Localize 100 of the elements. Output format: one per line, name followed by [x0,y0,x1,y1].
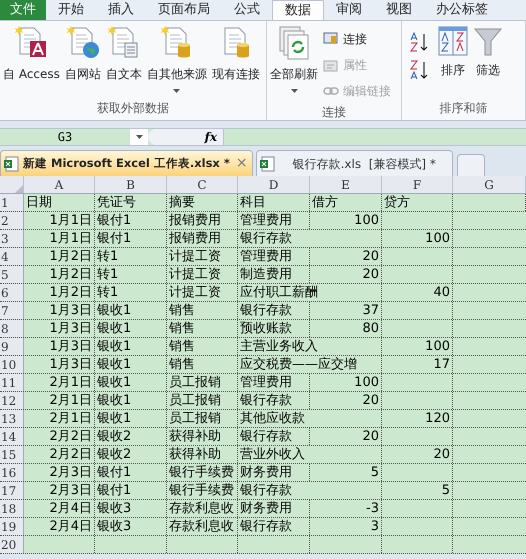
table-cell: 员工报销 [169,412,221,425]
ribbon-button[interactable]: 自其他来源 [144,25,209,93]
tab-title: 新建 Microsoft Excel 工作表.xlsx * [23,154,230,172]
tab-title: 银行存款.xls [兼容模式] * [292,156,436,172]
table-cell: 2月2日 [49,430,92,443]
ribbon-button[interactable]: 现有连接 [210,25,262,93]
sort-grid-icon [438,25,468,57]
table-cell: 银行存款 [240,232,292,245]
ribbon-tab[interactable]: 办公标签 [424,0,500,20]
caret-icon [136,135,142,139]
table-cell: 转1 [97,286,118,299]
table-cell: 计提工资 [169,250,221,263]
ribbon-button[interactable]: 筛选 [471,25,505,89]
table-cell: 管理费用 [240,214,292,227]
table-cell: 计提工资 [169,286,221,299]
ribbon-tab[interactable]: 开始 [46,0,96,20]
close-button[interactable]: × [234,153,250,174]
function-button[interactable]: fx [204,128,217,146]
caret-icon [173,89,180,93]
ribbon-button[interactable]: 自文本 [104,25,144,93]
document-tab[interactable]: 银行存款.xls [兼容模式] * [256,150,453,176]
ribbon-button[interactable]: 排序 [436,25,470,89]
ribbon-small-button[interactable]: 连接 [321,27,393,51]
table-cell: 2月2日 [49,448,92,461]
table-cell: 5 [442,484,450,497]
ribbon-tab[interactable]: 审阅 [324,0,374,20]
table-cell: 银行手续费 [169,466,234,479]
table-cell: 20 [362,250,379,263]
table-cell: 银收1 [97,412,132,425]
table-cell: 100 [354,376,379,389]
sort-descending-icon [409,59,429,81]
table-cell: 1月3日 [49,358,92,371]
table-cell: 3 [370,520,379,533]
table-cell: 100 [354,214,379,227]
ribbon-button[interactable]: 全部刷新 [268,25,320,93]
column-header[interactable]: E [310,176,382,193]
ribbon-tab[interactable]: 公式 [222,0,272,20]
document-tab[interactable]: 新建 Microsoft Excel 工作表.xlsx * × [0,150,253,176]
table-cell: 1月3日 [49,322,92,335]
table-cell: 财务费用 [240,502,292,515]
ribbon-tab[interactable]: 数据 [272,0,324,20]
table-cell: 计提工资 [169,268,221,281]
table-cell: 5 [370,466,379,479]
table-cell: 2月4日 [49,502,92,515]
ribbon-tab[interactable]: 页面布局 [146,0,222,20]
table-cell: 制造费用 [240,268,292,281]
table-cell: 银收1 [97,376,132,389]
corner-triangle-icon [15,185,23,193]
table-cell: 报销费用 [169,232,221,245]
column-header[interactable]: D [238,176,310,193]
group-label: 排序和筛 [440,100,488,117]
table-cell: 摘要 [169,196,195,209]
ribbon-tab[interactable]: 插入 [96,0,146,20]
table-cell: 主营业务收入 [240,340,318,353]
refresh-pages-icon [277,25,311,61]
table-cell: 销售 [169,358,195,371]
table-cell: 销售 [169,322,195,335]
table-cell: 40 [433,286,450,299]
ribbon-button[interactable]: 自 Access [1,25,62,93]
table-cell: 转1 [97,250,118,263]
table-cell: 2月3日 [49,466,92,479]
connection-icon [323,32,339,46]
table-cell: 100 [425,340,450,353]
table-cell: 1月3日 [49,304,92,317]
table-cell: 销售 [169,304,195,317]
table-cell: 100 [425,232,450,245]
table-cell: 银行存款 [240,304,292,317]
table-cell: 1月2日 [49,286,92,299]
group-label: 连接 [322,104,346,120]
table-cell: 应交税费——应交增 [240,358,357,371]
table-cell: 120 [425,412,450,425]
table-cell: 2月3日 [49,484,92,497]
column-header[interactable]: A [24,176,95,193]
table-cell: 银行存款 [240,520,292,533]
table-cell: 应付职工薪酬 [240,286,318,299]
table-cell: 凭证号 [97,196,136,209]
table-cell: 1月2日 [49,268,92,281]
table-cell: 20 [362,268,379,281]
column-header[interactable]: B [95,176,167,193]
table-cell: 银收3 [97,520,132,533]
new-tab-button[interactable] [456,154,485,176]
ribbon-tab[interactable]: 视图 [374,0,424,20]
caret-icon [290,89,298,93]
table-cell: 员工报销 [169,376,221,389]
table-cell: 银行手续费 [169,484,234,497]
column-header[interactable]: C [167,176,238,193]
table-cell: 存款利息收 [169,520,234,533]
table-cell: 营业外收入 [240,448,305,461]
file-tab[interactable]: 文件 [0,0,46,20]
column-header[interactable]: G [453,176,526,193]
name-box[interactable]: G3 [0,129,130,145]
column-header[interactable]: F [382,176,453,193]
table-cell: 员工报销 [169,394,221,407]
table-cell: 20 [362,394,379,407]
ribbon-button[interactable]: 自网站 [62,25,103,93]
table-cell: 银付1 [97,232,132,245]
dropdown-button[interactable] [130,129,148,145]
table-cell: 销售 [169,340,195,353]
table-cell: 转1 [97,268,118,281]
table-cell: 1月2日 [49,250,92,263]
